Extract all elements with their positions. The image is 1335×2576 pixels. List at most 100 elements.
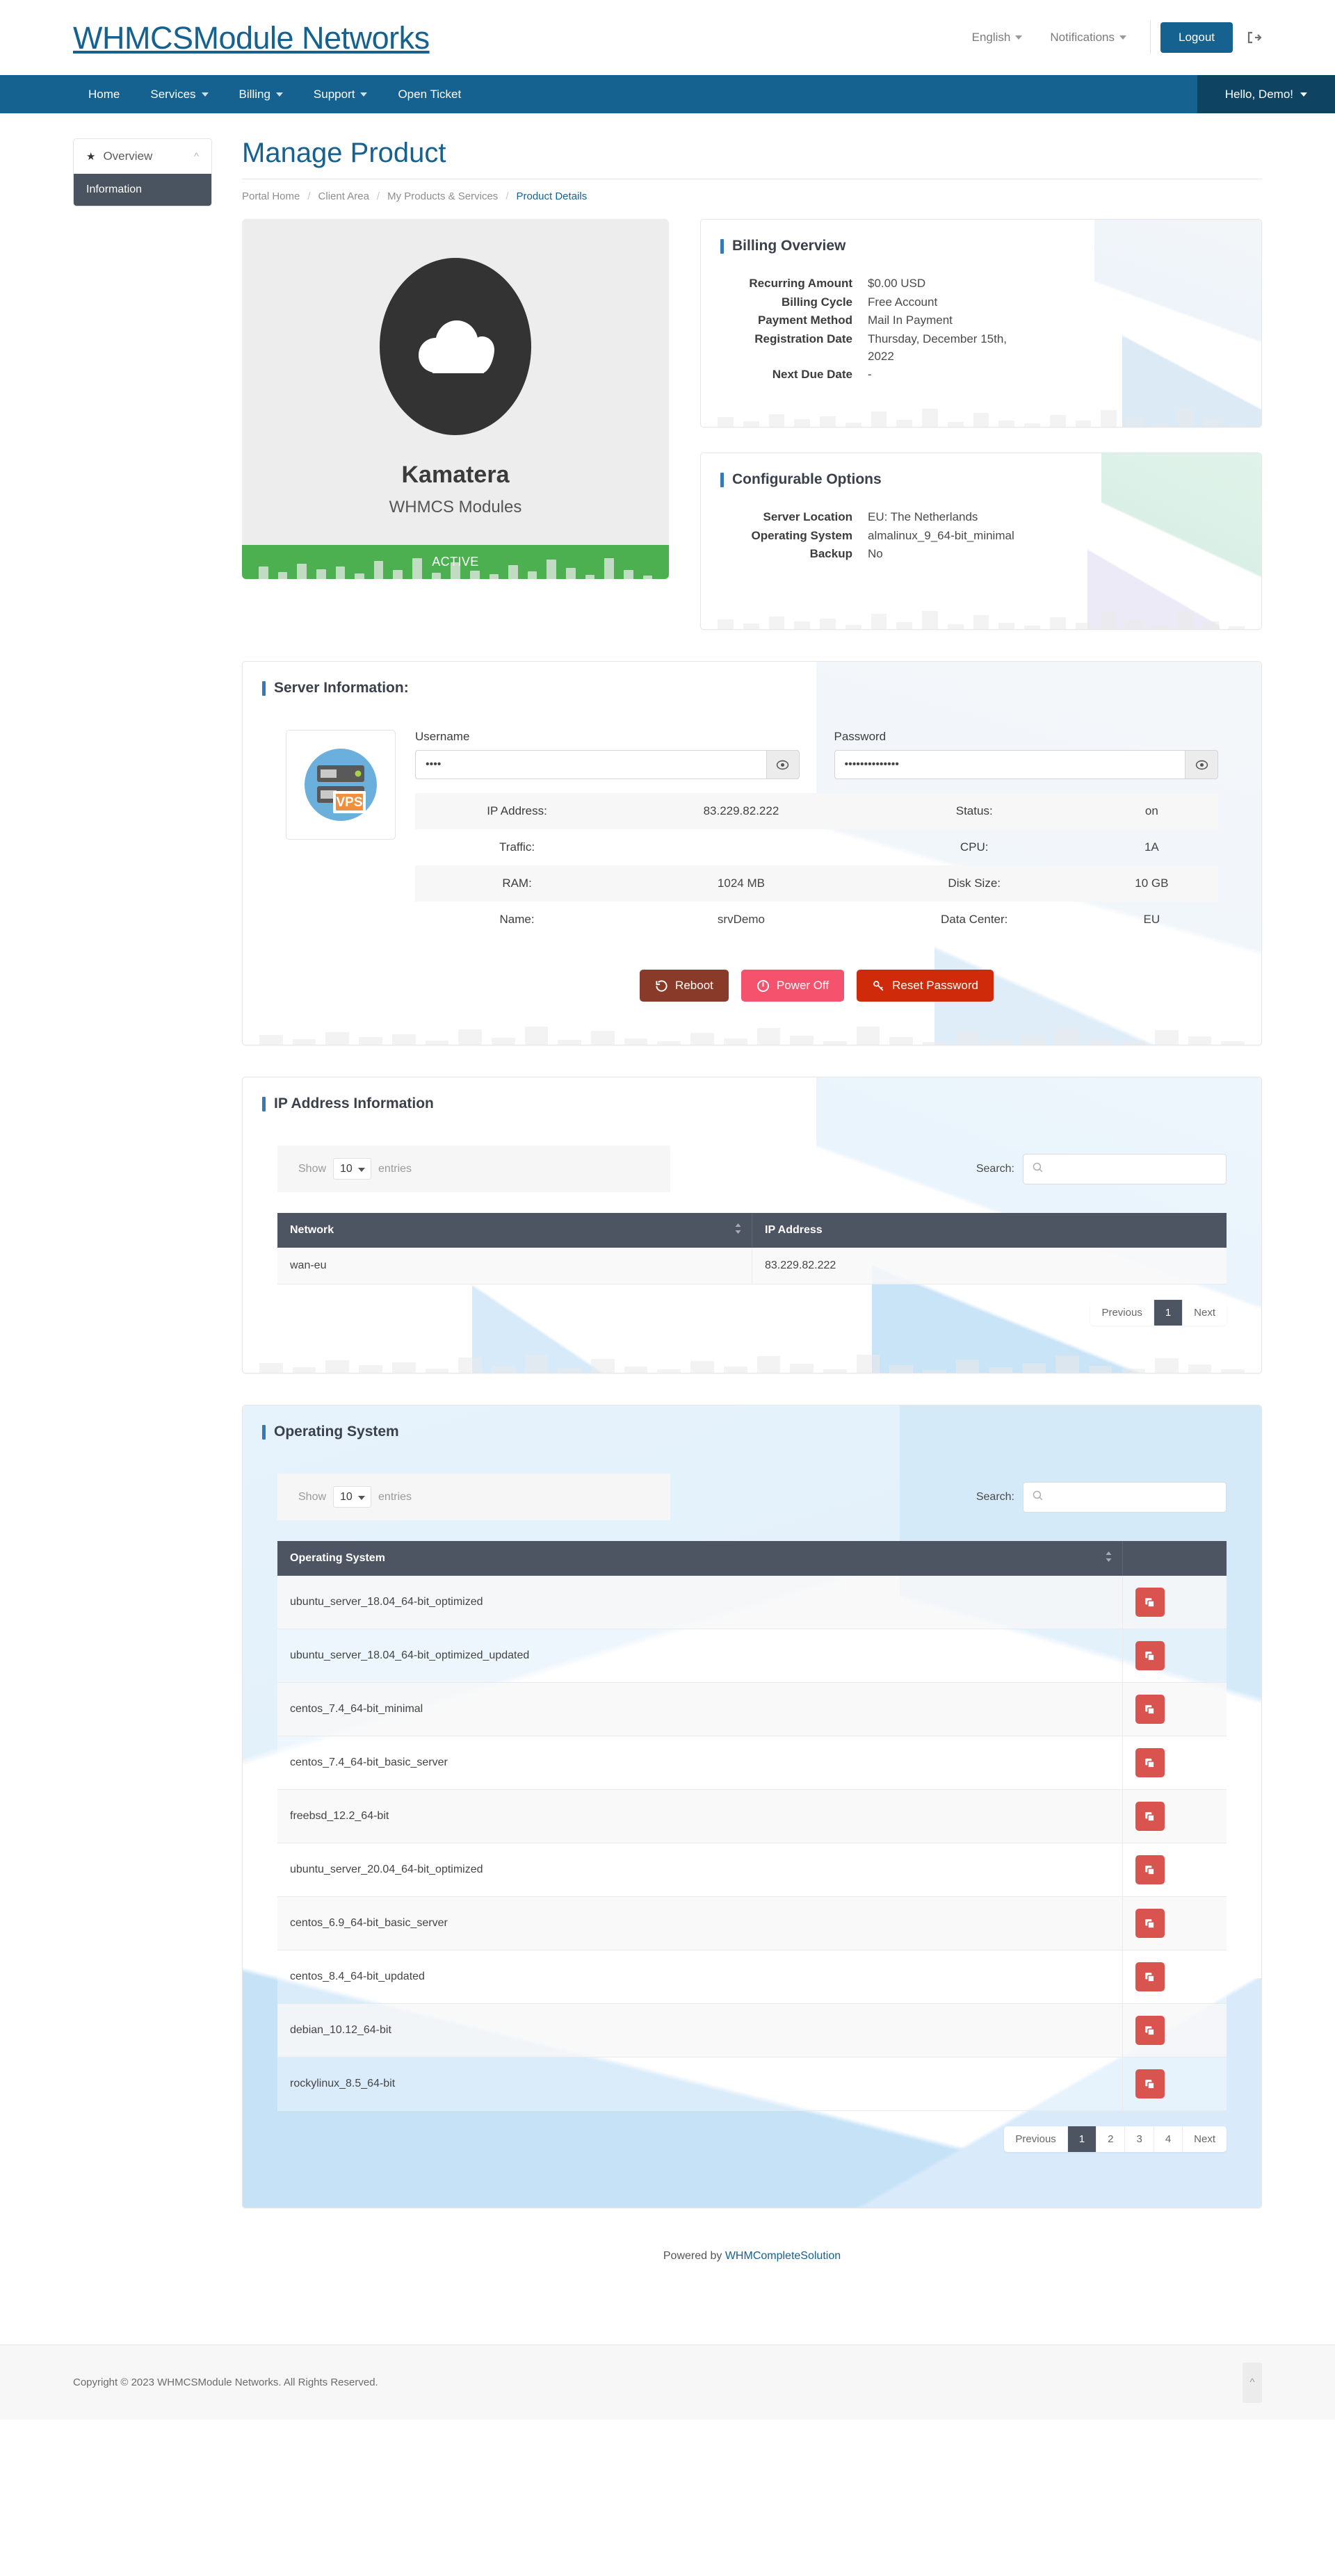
os-page-length-control: Show 10 entries <box>277 1474 670 1520</box>
os-col-name[interactable]: Operating System <box>277 1541 1123 1576</box>
product-logo <box>380 258 531 435</box>
sidebar-header-overview[interactable]: ★ Overview ^ <box>74 139 211 174</box>
user-menu-label: Hello, Demo! <box>1224 87 1293 101</box>
top-header: WHMCSModule Networks English Notificatio… <box>0 0 1335 75</box>
reboot-icon <box>656 979 668 992</box>
cell-os-action <box>1122 1789 1227 1843</box>
cell-os-name: ubuntu_server_18.04_64-bit_optimized <box>277 1576 1123 1629</box>
credentials-row: Username •••• Password •••••••••••••• <box>415 730 1218 779</box>
detail-row: Next Due Date - <box>720 366 1242 384</box>
detail-row: Recurring Amount $0.00 USD <box>720 275 1242 293</box>
install-os-button[interactable] <box>1135 1909 1165 1938</box>
pager-page-1[interactable]: 1 <box>1067 2126 1097 2152</box>
language-selector[interactable]: English <box>958 31 1037 44</box>
os-table-body: ubuntu_server_18.04_64-bit_optimized ubu… <box>277 1576 1227 2111</box>
install-os-button[interactable] <box>1135 1855 1165 1884</box>
column-label: IP Address <box>765 1224 823 1236</box>
nav-item-support[interactable]: Support <box>298 75 383 113</box>
os-search-input[interactable] <box>1023 1481 1227 1513</box>
pager-next[interactable]: Next <box>1183 1300 1227 1326</box>
detail-row: Operating System almalinux_9_64-bit_mini… <box>720 528 1242 545</box>
breadcrumb-my-products-services[interactable]: My Products & Services <box>387 190 498 202</box>
table-row: wan-eu 83.229.82.222 <box>277 1248 1227 1285</box>
detail-row: Backup No <box>720 546 1242 563</box>
notifications-dropdown[interactable]: Notifications <box>1036 31 1140 44</box>
column-label: Operating System <box>290 1552 385 1564</box>
os-page-length-select[interactable]: 10 <box>333 1486 372 1508</box>
nav-items-group: Home Services Billing Support Open Ticke… <box>0 75 476 113</box>
nav-item-open-ticket[interactable]: Open Ticket <box>382 75 476 113</box>
spec-value <box>619 829 864 865</box>
table-header-row: Operating System <box>277 1541 1227 1576</box>
reset-password-button[interactable]: Reset Password <box>857 970 994 1002</box>
table-row: centos_6.9_64-bit_basic_server <box>277 1896 1227 1950</box>
password-input[interactable] <box>834 750 1185 779</box>
show-label: Show <box>298 1490 327 1503</box>
install-os-button[interactable] <box>1135 2016 1165 2045</box>
install-os-button[interactable] <box>1135 1588 1165 1617</box>
ip-col-network[interactable]: Network <box>277 1213 752 1248</box>
spec-key: RAM: <box>502 877 532 890</box>
cell-os-name: ubuntu_server_20.04_64-bit_optimized <box>277 1843 1123 1897</box>
power-off-button[interactable]: Power Off <box>741 970 845 1002</box>
os-search-wrap <box>1023 1481 1227 1513</box>
table-row: ubuntu_server_20.04_64-bit_optimized <box>277 1843 1227 1897</box>
breadcrumb-separator: / <box>376 190 380 202</box>
toggle-password-visibility-button[interactable] <box>1185 750 1218 779</box>
ip-page-length-select[interactable]: 10 <box>333 1158 372 1180</box>
install-os-button[interactable] <box>1135 1748 1165 1777</box>
install-os-button[interactable] <box>1135 2069 1165 2098</box>
billing-panel-header: Billing Overview <box>701 220 1261 270</box>
table-row: Traffic: CPU: 1A <box>415 829 1218 865</box>
user-menu[interactable]: Hello, Demo! <box>1197 75 1335 113</box>
toggle-username-visibility-button[interactable] <box>766 750 800 779</box>
operating-system-panel: Operating System Show 10 entries Search:… <box>242 1405 1262 2208</box>
cell-os-action <box>1122 1950 1227 2004</box>
install-os-button[interactable] <box>1135 1802 1165 1831</box>
install-os-button[interactable] <box>1135 1641 1165 1670</box>
pager-page-1[interactable]: 1 <box>1154 1300 1183 1326</box>
pager-previous[interactable]: Previous <box>1090 1300 1154 1326</box>
install-os-button[interactable] <box>1135 1695 1165 1724</box>
chevron-down-icon <box>1015 35 1023 40</box>
username-label: Username <box>415 730 470 743</box>
breadcrumb-portal-home[interactable]: Portal Home <box>242 190 300 202</box>
pager-next[interactable]: Next <box>1183 2126 1227 2152</box>
ip-table-body: wan-eu 83.229.82.222 <box>277 1248 1227 1285</box>
billing-panel-title: Billing Overview <box>720 238 1242 254</box>
server-credentials-and-specs: Username •••• Password •••••••••••••• IP… <box>415 730 1218 1002</box>
pager-page-4[interactable]: 4 <box>1154 2126 1183 2152</box>
logout-button[interactable]: Logout <box>1160 22 1233 54</box>
detail-value: $0.00 USD <box>868 277 926 290</box>
username-input[interactable] <box>415 750 766 779</box>
nav-item-home[interactable]: Home <box>73 75 135 113</box>
configurable-details-list: Server Location EU: The Netherlands Oper… <box>720 503 1242 564</box>
breadcrumb-product-details[interactable]: Product Details <box>516 190 587 202</box>
scroll-to-top-button[interactable]: ^ <box>1243 2362 1262 2403</box>
ip-table-controls: Show 10 entries Search: <box>277 1136 1227 1192</box>
brand-logo[interactable]: WHMCSModule Networks <box>73 22 430 54</box>
pager-page-3[interactable]: 3 <box>1125 2126 1154 2152</box>
table-row: centos_7.4_64-bit_minimal <box>277 1682 1227 1736</box>
pager-page-2[interactable]: 2 <box>1097 2126 1126 2152</box>
overview-row: Kamatera WHMCS Modules ACTIVE Billing Ov… <box>242 219 1262 630</box>
install-os-button[interactable] <box>1135 1962 1165 1991</box>
ip-search-input[interactable] <box>1023 1153 1227 1184</box>
clone-icon <box>1145 1865 1155 1875</box>
reboot-button[interactable]: Reboot <box>640 970 729 1002</box>
breadcrumb-client-area[interactable]: Client Area <box>318 190 369 202</box>
table-row: ubuntu_server_18.04_64-bit_optimized_upd… <box>277 1629 1227 1683</box>
sidebar-item-information[interactable]: Information <box>74 174 211 206</box>
nav-item-services[interactable]: Services <box>135 75 223 113</box>
table-row: RAM: 1024 MB Disk Size: 10 GB <box>415 865 1218 902</box>
header-right-group: English Notifications Logout <box>958 0 1262 75</box>
powered-by-link[interactable]: WHMCompleteSolution <box>725 2250 841 2262</box>
detail-row: Billing Cycle Free Account <box>720 294 1242 311</box>
configurable-options-panel: Configurable Options Server Location EU:… <box>700 453 1262 630</box>
nav-item-billing[interactable]: Billing <box>224 75 298 113</box>
powered-by-prefix: Powered by <box>663 2250 722 2262</box>
pager-previous[interactable]: Previous <box>1004 2126 1068 2152</box>
table-row: Name: srvDemo Data Center: EU <box>415 902 1218 938</box>
sign-out-icon[interactable] <box>1245 29 1262 46</box>
ip-col-ip-address[interactable]: IP Address <box>752 1213 1227 1248</box>
